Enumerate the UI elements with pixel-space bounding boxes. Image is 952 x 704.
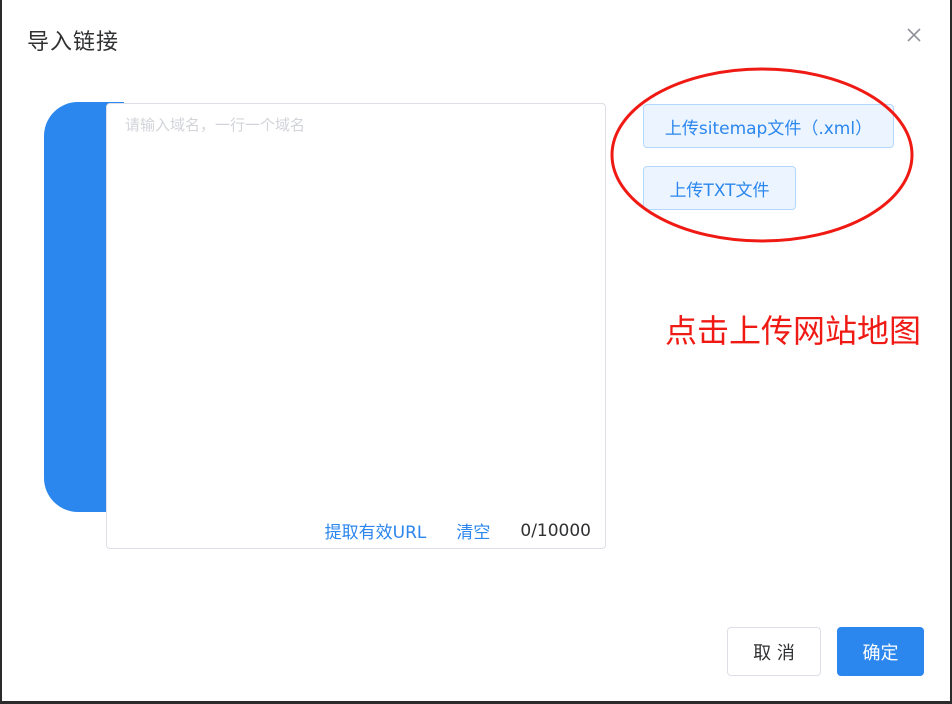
confirm-button[interactable]: 确定 bbox=[837, 627, 924, 676]
upload-txt-button[interactable]: 上传TXT文件 bbox=[643, 166, 796, 210]
character-counter: 0/10000 bbox=[520, 520, 591, 541]
extract-valid-url-link[interactable]: 提取有效URL bbox=[325, 518, 427, 543]
annotation-text: 点击上传网站地图 bbox=[665, 312, 922, 350]
url-textarea-container: 提取有效URL 清空 0/10000 bbox=[106, 103, 606, 549]
close-icon[interactable] bbox=[904, 25, 924, 45]
dialog-title: 导入链接 bbox=[27, 30, 120, 55]
upload-sitemap-button[interactable]: 上传sitemap文件（.xml） bbox=[643, 104, 894, 148]
url-textarea[interactable] bbox=[107, 104, 605, 504]
cancel-button[interactable]: 取 消 bbox=[727, 627, 821, 676]
clear-link[interactable]: 清空 bbox=[456, 518, 490, 543]
textarea-footer: 提取有效URL 清空 0/10000 bbox=[325, 518, 591, 544]
